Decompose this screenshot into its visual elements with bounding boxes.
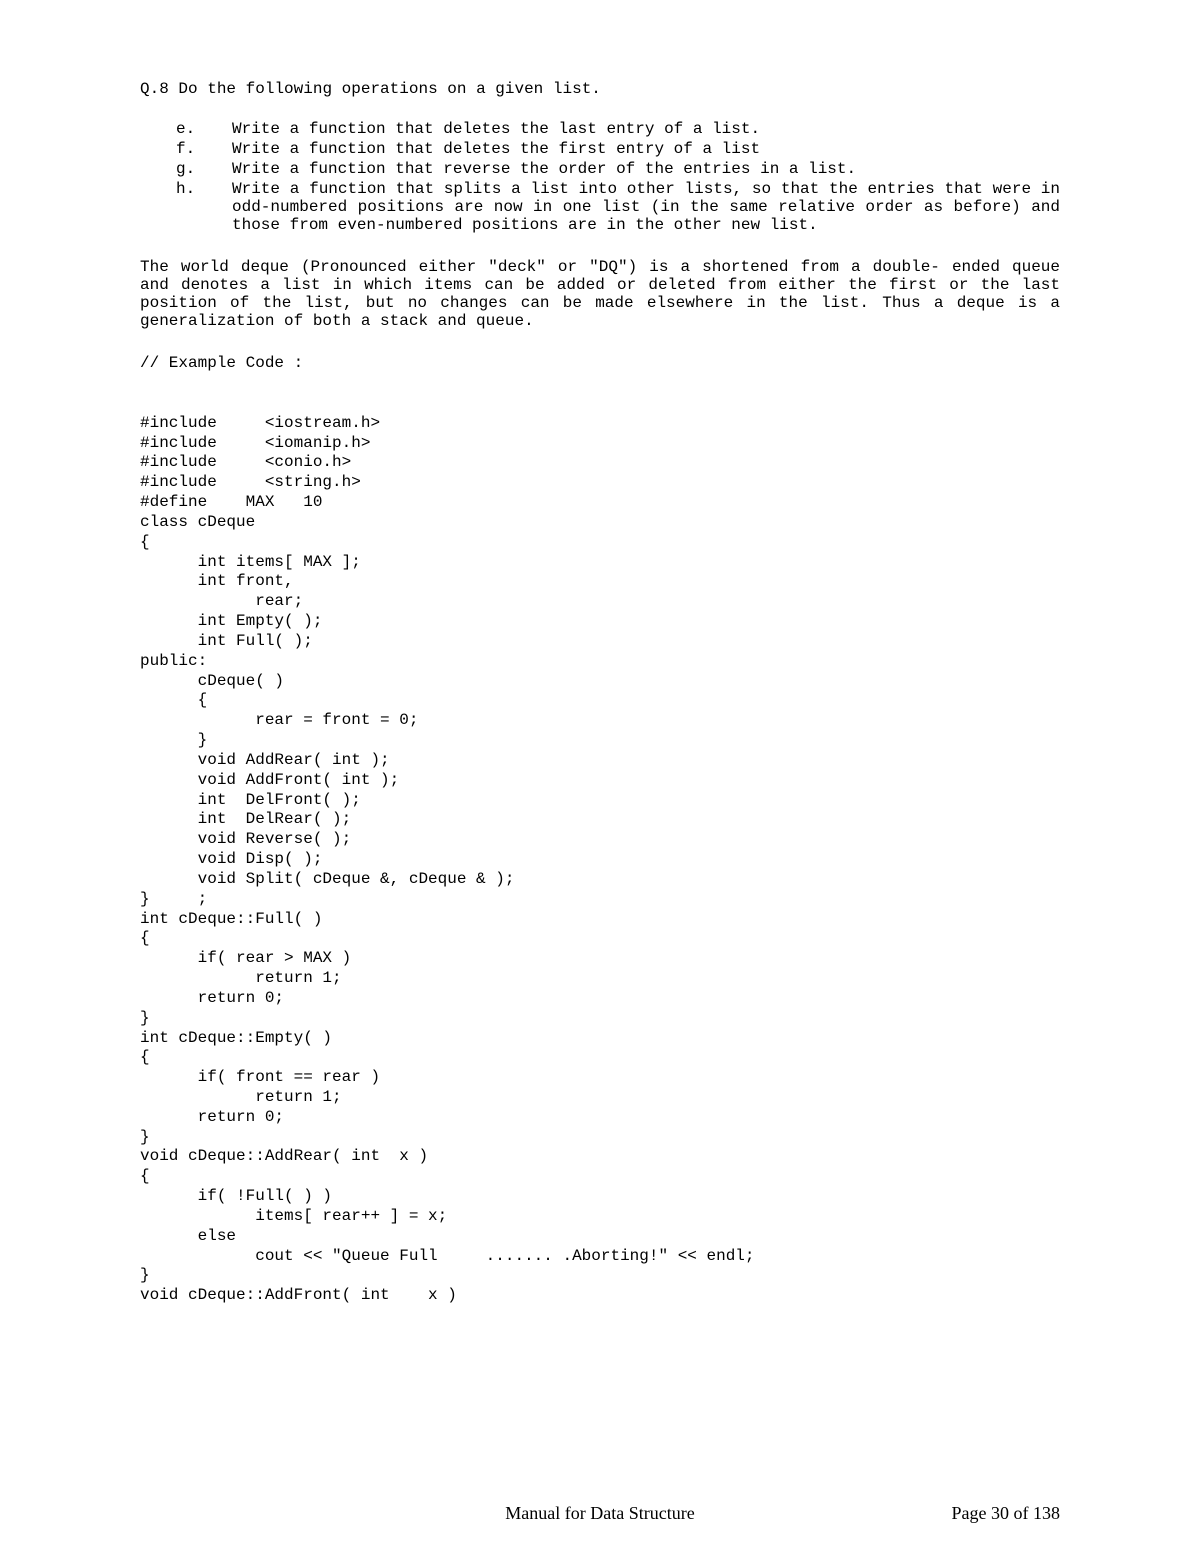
question-prompt: Do the following operations on a given l… (178, 80, 600, 98)
sub-item-text: Write a function that splits a list into… (232, 180, 1060, 234)
sub-item: h. Write a function that splits a list i… (176, 180, 1060, 234)
code-comment: // Example Code : (140, 354, 1060, 374)
sub-item: e. Write a function that deletes the las… (176, 120, 1060, 138)
question-header: Q.8 Do the following operations on a giv… (140, 80, 1060, 98)
deque-paragraph: The world deque (Pronounced either "deck… (140, 258, 1060, 330)
code-block: #include <iostream.h> #include <iomanip.… (140, 414, 1060, 1306)
sub-item-marker: e. (176, 120, 232, 138)
footer-page-number: Page 30 of 138 (952, 1503, 1060, 1524)
sub-item-marker: g. (176, 160, 232, 178)
sub-item-marker: f. (176, 140, 232, 158)
code-blank-line (140, 394, 1060, 414)
sub-item-text: Write a function that deletes the first … (232, 140, 1060, 158)
code-blank-line (140, 374, 1060, 394)
sub-item-text: Write a function that reverse the order … (232, 160, 1060, 178)
footer-title: Manual for Data Structure (505, 1503, 694, 1524)
sub-item-text: Write a function that deletes the last e… (232, 120, 1060, 138)
sub-item-marker: h. (176, 180, 232, 234)
sub-item-list: e. Write a function that deletes the las… (176, 120, 1060, 234)
sub-item: f. Write a function that deletes the fir… (176, 140, 1060, 158)
sub-item: g. Write a function that reverse the ord… (176, 160, 1060, 178)
question-number: Q.8 (140, 80, 169, 98)
